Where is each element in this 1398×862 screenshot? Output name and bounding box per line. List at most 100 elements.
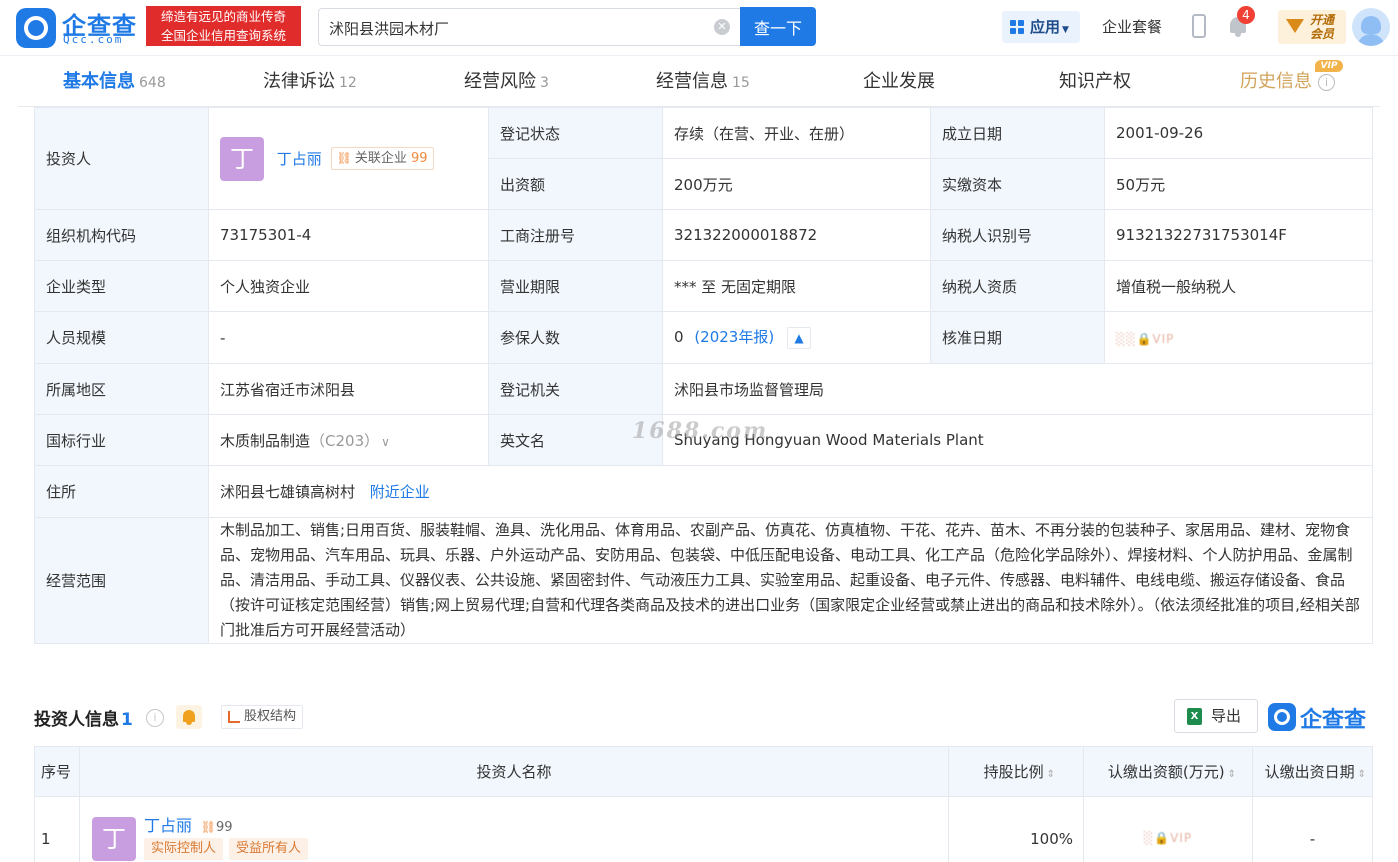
apps-grid-icon — [1010, 20, 1024, 34]
address-cell: 沭阳县七雄镇高树村 附近企业 — [208, 465, 1373, 518]
found-date-label: 成立日期 — [930, 107, 1105, 159]
tab-legal[interactable]: 法律诉讼 12 — [263, 57, 357, 107]
paid-capital-label: 实缴资本 — [930, 158, 1105, 210]
address-value: 沭阳县七雄镇高树村 — [220, 483, 356, 501]
org-code-value: 73175301-4 — [208, 209, 489, 261]
org-code-label: 组织机构代码 — [34, 209, 209, 261]
investor-label: 投资人 — [34, 107, 209, 210]
col-ratio[interactable]: 持股比例 ⇕ — [948, 746, 1084, 797]
tab-ip[interactable]: 知识产权 — [1059, 57, 1131, 107]
staff-size-value: - — [208, 311, 489, 364]
info-icon[interactable]: i — [1318, 73, 1335, 91]
col-date[interactable]: 认缴出资日期 ⇕ — [1252, 746, 1373, 797]
sort-icon: ⇕ — [1227, 769, 1236, 780]
investor-name-line: 丁占丽 ⛓99 — [144, 812, 233, 836]
capital-label: 出资额 — [488, 158, 663, 210]
tab-operations[interactable]: 经营信息 15 — [656, 57, 750, 107]
export-button[interactable]: X 导出 — [1174, 699, 1258, 733]
tab-label: 历史信息 — [1240, 71, 1312, 92]
paid-capital-value: 50万元 — [1104, 158, 1373, 210]
industry-label: 国标行业 — [34, 414, 209, 466]
excel-icon: X — [1187, 708, 1202, 725]
investor-name-link[interactable]: 丁占丽 — [277, 150, 322, 168]
equity-structure-button[interactable]: 股权结构 — [221, 705, 303, 729]
tax-id-value: 91321322731753014F — [1104, 209, 1373, 261]
search-input[interactable] — [329, 15, 699, 41]
vip-label: 开通 会员 — [1310, 13, 1340, 41]
approve-date-label: 核准日期 — [930, 311, 1105, 364]
notification-badge: 4 — [1237, 6, 1255, 24]
investor-avatar[interactable]: 丁 — [92, 817, 136, 861]
slogan-banner: 缔造有远见的商业传奇 全国企业信用查询系统 — [146, 6, 301, 46]
col-amount-label: 认缴出资额(万元) — [1107, 763, 1225, 781]
date-value: - — [1252, 796, 1373, 862]
nearby-companies-link[interactable]: 附近企业 — [370, 483, 430, 501]
watermark: 1688.com — [632, 418, 769, 444]
vip-lock-label: VIP — [1170, 831, 1193, 845]
tab-count: 648 — [139, 75, 166, 91]
tag-actual-controller[interactable]: 实际控制人 — [144, 838, 224, 860]
insured-year-link[interactable]: (2023年报) — [694, 328, 774, 346]
reg-authority-label: 登记机关 — [488, 363, 663, 415]
logo-subtext: Qcc.com — [63, 33, 124, 46]
clear-icon[interactable]: ✕ — [714, 19, 730, 35]
insured-label: 参保人数 — [488, 311, 663, 364]
mobile-app-icon[interactable] — [1192, 14, 1206, 38]
section-title-text: 投资人信息 — [34, 710, 119, 730]
info-icon[interactable]: i — [146, 709, 164, 727]
tag-beneficial-owner[interactable]: 受益所有人 — [229, 838, 309, 860]
investor-name-cell: 丁 丁占丽 ⛓99 实际控制人 受益所有人 — [79, 796, 949, 862]
investor-name-link[interactable]: 丁占丽 — [144, 816, 192, 835]
tab-risk[interactable]: 经营风险 3 — [464, 57, 549, 107]
reg-status-value: 存续（在营、开业、在册） — [662, 107, 931, 159]
tab-label: 知识产权 — [1059, 71, 1131, 92]
search-button[interactable]: 查一下 — [740, 7, 816, 46]
enterprise-suite-link[interactable]: 企业套餐 — [1102, 16, 1162, 37]
vip-lock-label: VIP — [1152, 331, 1175, 346]
insured-count: 0 — [674, 328, 684, 347]
company-type-label: 企业类型 — [34, 260, 209, 312]
user-avatar[interactable] — [1352, 8, 1390, 46]
top-header: 企查查 Qcc.com 缔造有远见的商业传奇 全国企业信用查询系统 ✕ 查一下 … — [0, 0, 1398, 56]
relation-graph-icon: ⛓ — [336, 151, 352, 165]
staff-size-label: 人员规模 — [34, 311, 209, 364]
equity-structure-icon — [228, 711, 240, 723]
industry-cell[interactable]: 木质制品制造（C203） ∨ — [208, 414, 489, 466]
related-count: 99 — [216, 820, 233, 835]
region-value: 江苏省宿迁市沭阳县 — [208, 363, 489, 415]
scope-label: 经营范围 — [34, 517, 209, 644]
col-amount[interactable]: 认缴出资额(万元) ⇕ — [1083, 746, 1253, 797]
vip-label-line-2: 会员 — [1310, 27, 1335, 41]
relation-graph-icon[interactable]: ⛓ — [201, 820, 216, 834]
related-companies-tag[interactable]: ⛓ 关联企业 99 — [330, 147, 434, 170]
investor-avatar[interactable]: 丁 — [220, 136, 264, 181]
tax-id-label: 纳税人识别号 — [930, 209, 1105, 261]
qcc-logo-icon[interactable] — [16, 8, 56, 48]
tab-label: 企业发展 — [863, 71, 935, 92]
investor-section-title: 投资人信息 1 — [34, 705, 133, 730]
reg-authority-value: 沭阳县市场监督管理局 — [662, 363, 1373, 415]
approve-date-cell[interactable]: ░░🔒VIP — [1104, 311, 1373, 364]
found-date-value: 2001-09-26 — [1104, 107, 1373, 159]
qcc-logo-icon — [1268, 703, 1296, 731]
section-count: 1 — [121, 710, 133, 730]
biz-term-value: *** 至 无固定期限 — [662, 260, 931, 312]
row-index: 1 — [34, 796, 80, 862]
open-vip-button[interactable]: 开通 会员 — [1278, 10, 1346, 44]
tab-basic-info[interactable]: 基本信息 648 — [63, 57, 166, 107]
chevron-down-icon: ∨ — [381, 434, 390, 449]
col-date-label: 认缴出资日期 — [1264, 763, 1355, 781]
tab-label: 经营信息 — [656, 71, 728, 92]
col-ratio-label: 持股比例 — [983, 763, 1044, 781]
monitor-bell-icon[interactable] — [176, 705, 202, 729]
equity-structure-label: 股权结构 — [244, 709, 297, 724]
trend-chart-icon[interactable]: ▲ — [787, 326, 811, 349]
tab-label: 法律诉讼 — [263, 71, 335, 92]
apps-menu-button[interactable]: 应用 ▼ — [1002, 11, 1080, 43]
amount-cell[interactable]: ░🔒VIP — [1083, 796, 1253, 862]
sort-icon: ⇕ — [1357, 769, 1366, 780]
vip-lock-icon: ░░🔒VIP — [1116, 331, 1175, 346]
tab-development[interactable]: 企业发展 — [863, 57, 935, 107]
search-box: ✕ — [318, 8, 740, 46]
vip-lock-icon: ░🔒VIP — [1143, 831, 1193, 845]
